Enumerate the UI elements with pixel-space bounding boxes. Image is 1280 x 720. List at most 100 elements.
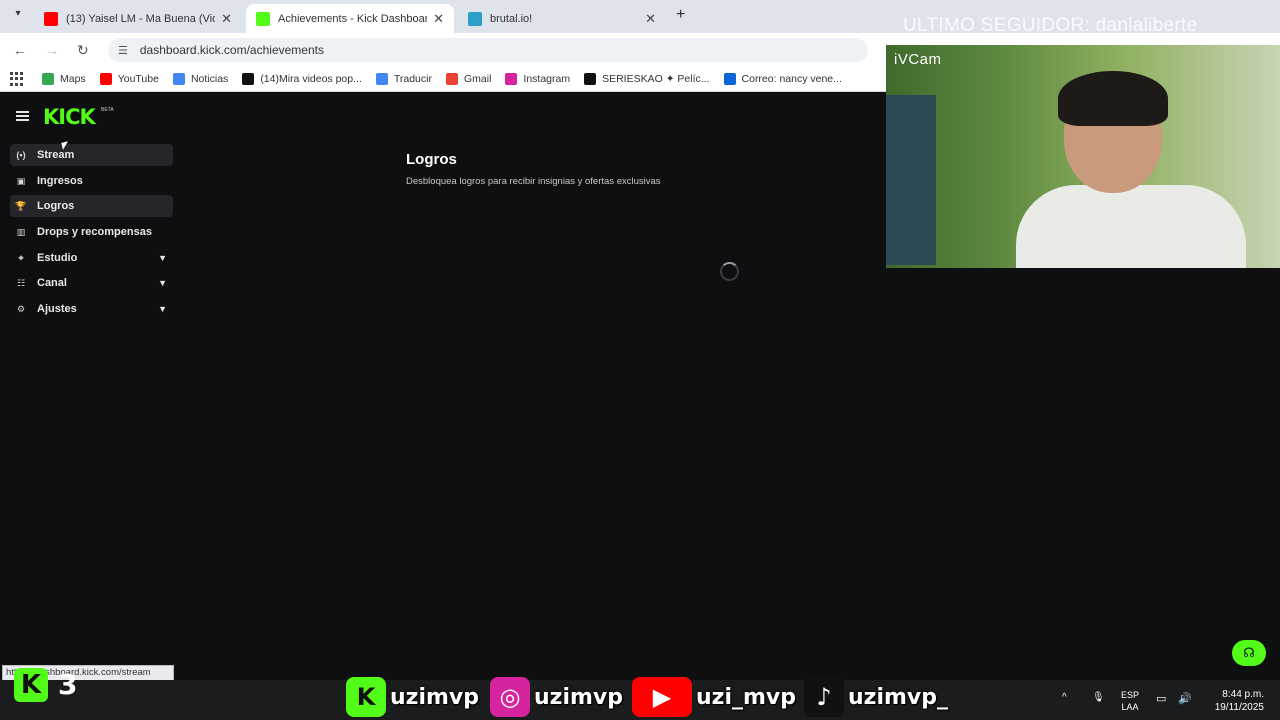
close-icon[interactable]: ✕ — [221, 11, 232, 27]
nav-label: Stream — [37, 149, 75, 161]
forward-icon[interactable]: → — [45, 42, 59, 58]
bookmark-label: Gmail — [463, 73, 492, 85]
nav-item-estudio[interactable]: ⌖ Estudio ▼ — [10, 247, 173, 269]
language-indicator[interactable]: ESP LAA — [1118, 689, 1142, 713]
nav-item-stream[interactable]: (•) Stream — [10, 144, 173, 166]
clock-date: 19/11/2025 — [1214, 702, 1264, 713]
chevron-down-icon[interactable]: ▼ — [158, 253, 167, 263]
url-field[interactable]: ☰ dashboard.kick.com/achievements — [108, 38, 868, 62]
nav-item-drops[interactable]: ▥ Drops y recompensas — [10, 221, 173, 243]
instagram-icon: ◎ — [490, 677, 530, 717]
bookmark-label: (14)Mira videos pop... — [260, 73, 362, 85]
social-youtube: ▶ uzi_mvp — [632, 676, 796, 718]
bookmark-traducir[interactable]: Traducir — [375, 73, 432, 85]
drops-icon: ▥ — [16, 226, 26, 237]
kick-count: 3 — [58, 668, 78, 701]
bookmark-label: Correo: nancy vene... — [741, 73, 842, 85]
social-instagram: ◎ uzimvp — [490, 676, 623, 718]
social-handle: uzimvp — [534, 684, 624, 710]
nav-item-ajustes[interactable]: ⚙ Ajustes ▼ — [10, 298, 173, 320]
bookmark-instagram[interactable]: Instagram — [505, 73, 570, 85]
beta-badge: BETA — [101, 107, 114, 113]
tab-search-button[interactable]: ▾ — [10, 8, 26, 24]
url-text: dashboard.kick.com/achievements — [139, 43, 324, 57]
social-handle: uzimvp_ — [848, 684, 949, 710]
microphone-icon[interactable]: 🎙 — [1092, 692, 1105, 704]
bookmark-label: Noticias — [190, 73, 229, 85]
webcam-door — [886, 95, 936, 265]
site-settings-icon[interactable]: ☰ — [118, 44, 128, 57]
close-icon[interactable]: ✕ — [645, 11, 656, 27]
news-icon — [172, 73, 185, 85]
bookmark-youtube[interactable]: YouTube — [99, 73, 159, 85]
bookmark-label: Traducir — [393, 73, 432, 85]
tab-achievements[interactable]: Achievements - Kick Dashboard ✕ — [246, 4, 454, 33]
channel-icon: ☷ — [16, 277, 26, 288]
system-clock[interactable]: 8:44 p.m. 19/11/2025 — [1206, 688, 1264, 714]
tab-youtube[interactable]: (13) Yaisel LM - Ma Buena (Vid ✕ — [34, 4, 242, 33]
nav-label: Logros — [37, 200, 75, 212]
bookmark-tiktok[interactable]: (14)Mira videos pop... — [242, 73, 362, 85]
gmail-icon — [445, 73, 458, 85]
bookmark-label: Instagram — [523, 73, 571, 85]
page-title: Logros — [406, 151, 457, 168]
social-handle: uzi_mvp — [696, 684, 797, 710]
kick-logo[interactable]: KICK — [43, 105, 96, 129]
bookmark-maps[interactable]: Maps — [42, 73, 86, 85]
settings-icon: ⚙ — [16, 303, 26, 314]
brutal-icon — [468, 11, 482, 26]
network-icon[interactable]: ▭ — [1156, 692, 1166, 705]
youtube-icon — [99, 73, 112, 85]
social-kick: K uzimvp — [346, 676, 479, 718]
nav-item-ingresos[interactable]: ▣ Ingresos — [10, 170, 173, 192]
nav-label: Estudio — [37, 252, 78, 264]
tiktok-icon — [242, 73, 255, 85]
nav-label: Canal — [37, 277, 67, 289]
nav-label: Drops y recompensas — [37, 226, 152, 238]
apps-grid-icon[interactable] — [10, 72, 24, 86]
instagram-icon — [505, 73, 518, 85]
nav-item-logros[interactable]: 🏆 Logros — [10, 195, 173, 217]
close-icon[interactable]: ✕ — [433, 11, 444, 27]
tab-title: Achievements - Kick Dashboard — [278, 12, 428, 25]
bookmark-correo[interactable]: Correo: nancy vene... — [723, 73, 842, 85]
bookmark-noticias[interactable]: Noticias — [172, 73, 229, 85]
income-icon: ▣ — [16, 175, 26, 186]
youtube-icon: ▶ — [632, 677, 692, 717]
tiktok-icon: ♪ — [804, 677, 844, 717]
bookmark-serieskao[interactable]: SERIESKAO ✦ Pelíc... — [584, 73, 710, 85]
nav-item-canal[interactable]: ☷ Canal ▼ — [10, 272, 173, 294]
headset-icon: ☊ — [1243, 645, 1255, 660]
webcam-shirt — [1016, 185, 1246, 268]
clock-time: 8:44 p.m. — [1222, 689, 1264, 700]
chevron-down-icon[interactable]: ▼ — [158, 304, 167, 314]
kick-icon — [256, 11, 270, 26]
volume-icon[interactable]: 🔊 — [1178, 692, 1192, 705]
chevron-down-icon[interactable]: ▼ — [158, 278, 167, 288]
lang-secondary: LAA — [1121, 702, 1139, 712]
lang-primary: ESP — [1120, 690, 1139, 700]
show-hidden-icons[interactable]: ^ — [1062, 692, 1067, 704]
kick-icon: K — [14, 668, 48, 702]
youtube-icon — [44, 11, 58, 26]
outlook-icon — [723, 73, 736, 85]
tab-title: (13) Yaisel LM - Ma Buena (Vid — [66, 12, 216, 25]
webcam-person — [1016, 65, 1246, 268]
tab-title: brutal.io! — [490, 12, 533, 25]
support-chat-button[interactable]: ☊ — [1232, 640, 1266, 666]
bookmark-label: Maps — [60, 73, 86, 85]
reload-icon[interactable]: ↻ — [77, 42, 89, 59]
k-icon — [584, 73, 597, 85]
menu-icon[interactable] — [16, 111, 29, 121]
webcam-overlay: iVCam — [886, 45, 1280, 268]
tab-brutal[interactable]: brutal.io! ✕ — [458, 4, 666, 33]
loading-spinner — [720, 262, 739, 281]
new-tab-button[interactable]: + — [676, 6, 685, 24]
studio-icon: ⌖ — [18, 252, 24, 263]
social-handle: uzimvp — [390, 684, 480, 710]
webcam-hair — [1058, 71, 1168, 126]
bookmark-gmail[interactable]: Gmail — [445, 73, 492, 85]
bookmark-label: SERIESKAO ✦ Pelíc... — [602, 73, 710, 85]
translate-icon — [375, 73, 388, 85]
back-icon[interactable]: ← — [13, 42, 27, 58]
